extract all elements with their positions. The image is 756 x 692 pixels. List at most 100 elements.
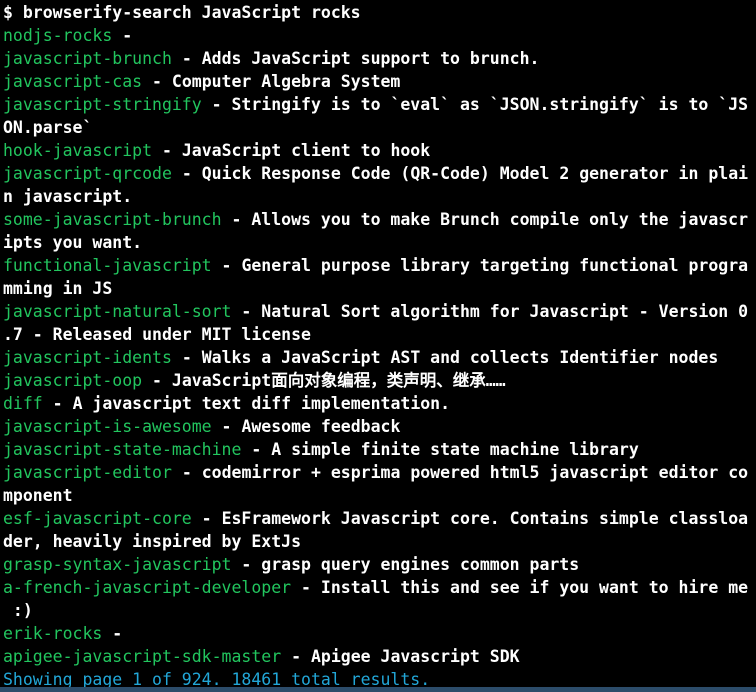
package-description: Quick Response Code (QR-Code) Model 2 ge… bbox=[201, 164, 749, 183]
separator: - bbox=[241, 440, 272, 459]
package-name: apigee-javascript-sdk-master bbox=[3, 647, 282, 666]
package-name: javascript-natural-sort bbox=[3, 302, 232, 321]
package-name: javascript-cas bbox=[3, 72, 143, 91]
package-name: javascript-oop bbox=[3, 371, 143, 390]
package-description: Awesome feedback bbox=[241, 417, 401, 436]
search-result-item: javascript-editor - codemirror + esprima… bbox=[3, 461, 756, 507]
result-line: diff - A javascript text diff implementa… bbox=[3, 392, 756, 415]
package-name: javascript-is-awesome bbox=[3, 417, 212, 436]
package-description: Computer Algebra System bbox=[171, 72, 401, 91]
package-name: javascript-stringify bbox=[3, 95, 202, 114]
package-description: Walks a JavaScript AST and collects Iden… bbox=[201, 348, 719, 367]
separator: - bbox=[291, 578, 321, 597]
separator: - bbox=[102, 624, 133, 643]
search-result-item: grasp-syntax-javascript - grasp query en… bbox=[3, 553, 756, 576]
package-description: A javascript text diff implementation. bbox=[72, 394, 451, 413]
package-description-continuation: .7 - Released under MIT license bbox=[3, 325, 311, 344]
terminal-window[interactable]: $ browserify-search JavaScript rocks nod… bbox=[0, 0, 756, 692]
result-line: javascript-oop - JavaScript面向对象编程，类声明、继承… bbox=[3, 369, 756, 392]
search-results-list: nodjs-rocks - javascript-brunch - Adds J… bbox=[3, 24, 756, 668]
package-name: javascript-editor bbox=[3, 463, 172, 482]
package-name: esf-javascript-core bbox=[3, 509, 192, 528]
result-line: functional-javascript - General purpose … bbox=[3, 254, 756, 277]
search-result-item: some-javascript-brunch - Allows you to m… bbox=[3, 208, 756, 254]
package-name: nodjs-rocks bbox=[3, 26, 113, 45]
search-result-item: diff - A javascript text diff implementa… bbox=[3, 392, 756, 415]
package-description: Apigee Javascript SDK bbox=[310, 647, 520, 666]
search-result-item: javascript-brunch - Adds JavaScript supp… bbox=[3, 47, 756, 70]
result-line: javascript-idents - Walks a JavaScript A… bbox=[3, 346, 756, 369]
package-name: functional-javascript bbox=[3, 256, 212, 275]
package-description-continuation: :) bbox=[3, 601, 33, 620]
result-line: nodjs-rocks - bbox=[3, 24, 756, 47]
package-description: EsFramework Javascript core. Contains si… bbox=[221, 509, 749, 528]
package-name: javascript-brunch bbox=[3, 49, 172, 68]
package-description: grasp query engines common parts bbox=[261, 555, 580, 574]
search-result-item: javascript-idents - Walks a JavaScript A… bbox=[3, 346, 756, 369]
search-result-item: erik-rocks - bbox=[3, 622, 756, 645]
search-result-item: javascript-qrcode - Quick Response Code … bbox=[3, 162, 756, 208]
package-name: a-french-javascript-developer bbox=[3, 578, 292, 597]
package-description-continuation: ON.parse` bbox=[3, 118, 93, 137]
search-result-item: javascript-cas - Computer Algebra System bbox=[3, 70, 756, 93]
package-description: JavaScript面向对象编程，类声明、继承…… bbox=[171, 371, 506, 390]
separator: - bbox=[142, 371, 172, 390]
package-description: General purpose library targeting functi… bbox=[241, 256, 749, 275]
package-description: Stringify is to `eval` as `JSON.stringif… bbox=[231, 95, 749, 114]
package-description: Allows you to make Brunch compile only t… bbox=[251, 210, 749, 229]
package-name: some-javascript-brunch bbox=[3, 210, 222, 229]
result-line: apigee-javascript-sdk-master - Apigee Ja… bbox=[3, 645, 756, 668]
result-line: erik-rocks - bbox=[3, 622, 756, 645]
result-line: javascript-natural-sort - Natural Sort a… bbox=[3, 300, 756, 323]
result-line: javascript-qrcode - Quick Response Code … bbox=[3, 162, 756, 185]
separator: - bbox=[171, 348, 202, 367]
package-description: A simple finite state machine library bbox=[271, 440, 639, 459]
package-description-continuation: n javascript. bbox=[3, 187, 133, 206]
package-description-continuation: mponent bbox=[3, 486, 73, 505]
search-result-item: hook-javascript - JavaScript client to h… bbox=[3, 139, 756, 162]
command-prompt-line: $ browserify-search JavaScript rocks bbox=[3, 3, 361, 22]
package-name: hook-javascript bbox=[3, 141, 153, 160]
package-description: codemirror + esprima powered html5 javas… bbox=[201, 463, 749, 482]
result-line: javascript-stringify - Stringify is to `… bbox=[3, 93, 756, 116]
separator: - bbox=[171, 49, 202, 68]
package-description: Install this and see if you want to hire… bbox=[320, 578, 749, 597]
result-line: a-french-javascript-developer - Install … bbox=[3, 576, 756, 599]
search-result-item: javascript-state-machine - A simple fini… bbox=[3, 438, 756, 461]
separator: - bbox=[191, 509, 222, 528]
search-result-item: esf-javascript-core - EsFramework Javasc… bbox=[3, 507, 756, 553]
separator: - bbox=[152, 141, 182, 160]
package-name: erik-rocks bbox=[3, 624, 103, 643]
search-result-item: functional-javascript - General purpose … bbox=[3, 254, 756, 300]
result-line: javascript-editor - codemirror + esprima… bbox=[3, 461, 756, 484]
separator: - bbox=[211, 256, 242, 275]
package-name: diff bbox=[3, 394, 43, 413]
separator: - bbox=[142, 72, 172, 91]
result-line: javascript-is-awesome - Awesome feedback bbox=[3, 415, 756, 438]
separator: - bbox=[231, 302, 262, 321]
search-result-item: javascript-oop - JavaScript面向对象编程，类声明、继承… bbox=[3, 369, 756, 392]
result-line: hook-javascript - JavaScript client to h… bbox=[3, 139, 756, 162]
separator: - bbox=[281, 647, 311, 666]
package-description-continuation: mming in JS bbox=[3, 279, 113, 298]
separator: - bbox=[201, 95, 232, 114]
package-name: javascript-idents bbox=[3, 348, 172, 367]
search-result-item: javascript-is-awesome - Awesome feedback bbox=[3, 415, 756, 438]
separator: - bbox=[112, 26, 143, 45]
separator: - bbox=[221, 210, 252, 229]
separator: - bbox=[231, 555, 262, 574]
package-name: javascript-qrcode bbox=[3, 164, 172, 183]
terminal-bottom-bar bbox=[0, 687, 756, 692]
search-result-item: javascript-stringify - Stringify is to `… bbox=[3, 93, 756, 139]
result-line: esf-javascript-core - EsFramework Javasc… bbox=[3, 507, 756, 530]
package-description: JavaScript client to hook bbox=[181, 141, 431, 160]
separator: - bbox=[171, 463, 202, 482]
package-description-continuation: der, heavily inspired by ExtJs bbox=[3, 532, 302, 551]
package-name: javascript-state-machine bbox=[3, 440, 242, 459]
result-line: javascript-brunch - Adds JavaScript supp… bbox=[3, 47, 756, 70]
separator: - bbox=[171, 164, 202, 183]
result-line: some-javascript-brunch - Allows you to m… bbox=[3, 208, 756, 231]
package-description: Adds JavaScript support to brunch. bbox=[201, 49, 540, 68]
result-line: javascript-cas - Computer Algebra System bbox=[3, 70, 756, 93]
separator: - bbox=[211, 417, 242, 436]
